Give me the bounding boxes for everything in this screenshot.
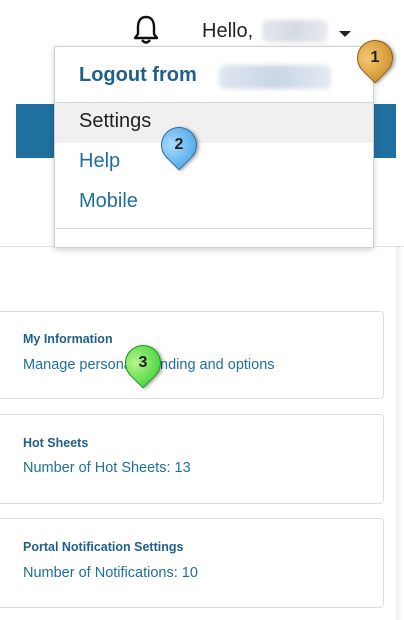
callout-number: 2 bbox=[174, 136, 184, 153]
user-dropdown-menu: Logout from Settings Help Mobile bbox=[54, 46, 374, 248]
card-title[interactable]: Portal Notification Settings bbox=[23, 540, 183, 554]
settings-menu-item[interactable]: Settings bbox=[79, 110, 151, 133]
card-title[interactable]: My Information bbox=[23, 332, 113, 346]
card-subtitle[interactable]: Number of Notifications: 10 bbox=[23, 565, 198, 581]
scroll-edge-shadow bbox=[396, 246, 404, 620]
top-header: Hello, bbox=[0, 0, 404, 52]
card-subtitle[interactable]: Number of Hot Sheets: 13 bbox=[23, 460, 191, 476]
callout-number: 3 bbox=[138, 354, 148, 371]
card-portal-notification-settings[interactable]: Portal Notification Settings Number of N… bbox=[0, 518, 384, 608]
user-name-redacted bbox=[262, 20, 328, 42]
callout-number: 1 bbox=[370, 49, 380, 66]
help-menu-item[interactable]: Help bbox=[79, 150, 120, 173]
card-hot-sheets[interactable]: Hot Sheets Number of Hot Sheets: 13 bbox=[0, 414, 384, 504]
logout-menu-item[interactable]: Logout from bbox=[79, 64, 197, 87]
card-my-information[interactable]: My Information Manage personal branding … bbox=[0, 311, 384, 399]
chevron-down-icon[interactable] bbox=[339, 31, 351, 37]
card-title[interactable]: Hot Sheets bbox=[23, 436, 88, 450]
bell-icon[interactable] bbox=[131, 14, 161, 46]
user-fullname-redacted bbox=[219, 65, 331, 89]
greeting-text: Hello, bbox=[202, 20, 254, 42]
mobile-menu-item[interactable]: Mobile bbox=[79, 190, 138, 213]
menu-divider bbox=[55, 228, 373, 229]
